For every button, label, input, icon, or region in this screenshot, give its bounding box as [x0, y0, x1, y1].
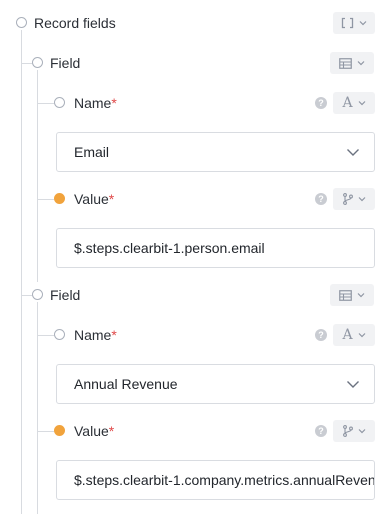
name-label: Name*: [74, 95, 117, 111]
value-node-dot: [54, 193, 65, 204]
list-brackets-icon: [341, 17, 354, 29]
chevron-down-icon: [358, 197, 365, 202]
field-type-button[interactable]: [330, 284, 374, 306]
name-label: Name*: [74, 327, 117, 343]
branch-icon: [342, 193, 353, 205]
table-icon: [339, 289, 352, 301]
text-type-icon: A: [342, 327, 353, 343]
name-select[interactable]: Annual Revenue: [56, 364, 375, 404]
field-node-dot: [32, 289, 43, 300]
chevron-down-icon: [358, 429, 365, 434]
record-fields-label: Record fields: [34, 15, 116, 31]
chevron-down-icon: [347, 381, 359, 388]
name-type-button[interactable]: A: [333, 324, 375, 346]
value-input-text: $.steps.clearbit-1.company.metrics.annua…: [74, 472, 375, 488]
value-input-text: $.steps.clearbit-1.person.email: [74, 240, 265, 256]
help-icon[interactable]: ?: [315, 193, 327, 205]
field-label: Field: [50, 287, 81, 303]
value-input[interactable]: $.steps.clearbit-1.company.metrics.annua…: [56, 460, 375, 500]
value-label: Value*: [74, 423, 115, 439]
value-type-button[interactable]: [333, 188, 375, 210]
name-select[interactable]: Email: [56, 132, 375, 172]
field-type-button[interactable]: [330, 52, 374, 74]
name-node-dot: [54, 97, 65, 108]
value-label: Value*: [74, 191, 115, 207]
text-type-icon: A: [342, 95, 353, 111]
value-type-button[interactable]: [333, 420, 375, 442]
branch-icon: [342, 425, 353, 437]
chevron-down-icon: [347, 149, 359, 156]
help-icon[interactable]: ?: [315, 425, 327, 437]
field-node-dot: [32, 57, 43, 68]
help-icon[interactable]: ?: [315, 329, 327, 341]
name-select-value: Annual Revenue: [74, 376, 178, 392]
help-icon[interactable]: ?: [315, 97, 327, 109]
name-node-dot: [54, 329, 65, 340]
chevron-down-icon: [357, 61, 365, 66]
root-node-dot: [16, 17, 27, 28]
value-node-dot: [54, 425, 65, 436]
array-type-button[interactable]: [333, 12, 375, 34]
chevron-down-icon: [358, 333, 365, 338]
chevron-down-icon: [357, 293, 365, 298]
field-label: Field: [50, 55, 81, 71]
name-type-button[interactable]: A: [333, 92, 375, 114]
chevron-down-icon: [359, 21, 367, 26]
chevron-down-icon: [358, 101, 365, 106]
table-icon: [339, 57, 352, 69]
value-input[interactable]: $.steps.clearbit-1.person.email: [56, 228, 375, 268]
name-select-value: Email: [74, 144, 110, 160]
